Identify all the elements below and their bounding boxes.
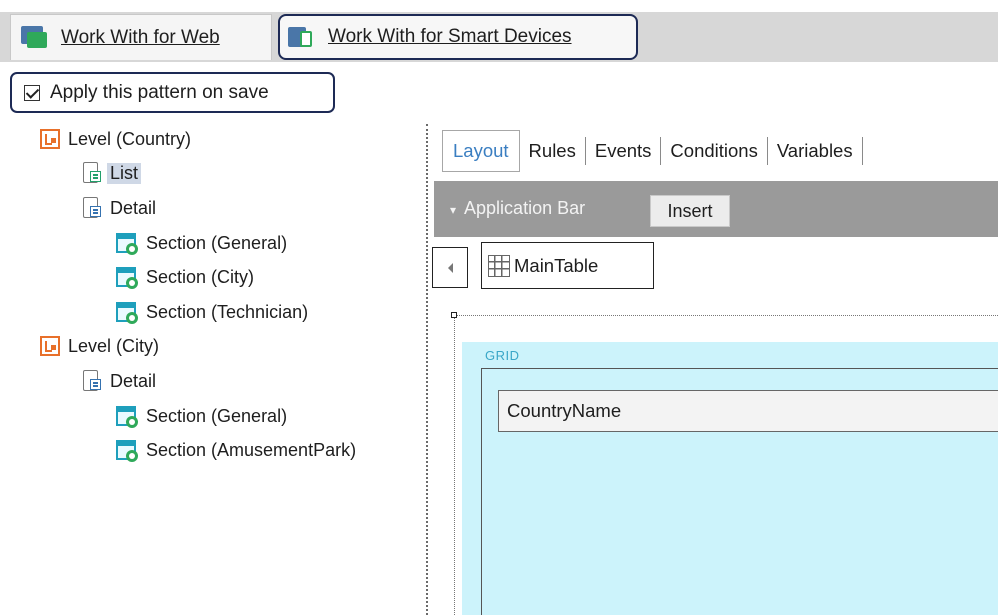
pane-splitter[interactable] — [426, 124, 428, 615]
tab-work-with-smart-devices[interactable]: Work With for Smart Devices — [278, 14, 638, 60]
selection-outline-left — [454, 318, 455, 615]
tree-item-label: Section (General) — [146, 232, 288, 253]
apply-pattern-label: Apply this pattern on save — [50, 81, 269, 103]
tree-item-label: Section (AmusementPark) — [146, 439, 357, 460]
application-bar-title[interactable]: ▾ Application Bar — [450, 198, 585, 219]
tab-label: Work With for Web — [61, 26, 220, 48]
table-icon — [488, 254, 510, 277]
tab-variables[interactable]: Variables — [768, 137, 863, 165]
tree-item-label: Section (City) — [146, 266, 255, 287]
section-icon — [116, 439, 138, 462]
application-bar-label: Application Bar — [464, 198, 586, 218]
list-device-icon — [82, 161, 102, 185]
smart-devices-pattern-icon — [288, 25, 316, 49]
tree-item-label: Level (Country) — [68, 128, 192, 149]
tree-item-level-country[interactable]: Level (Country) — [40, 124, 191, 154]
tree-item-level-city[interactable]: Level (City) — [40, 331, 159, 361]
tree-item-detail[interactable]: Detail — [82, 193, 156, 223]
editor-tab-bar: Layout Rules Events Conditions Variables — [442, 128, 863, 174]
tab-label: Work With for Smart Devices — [328, 26, 572, 47]
collapse-chevron-icon: ▾ — [450, 203, 457, 217]
tab-rules[interactable]: Rules — [520, 137, 586, 165]
tree-item-section-city[interactable]: Section (City) — [116, 262, 254, 292]
grid-label: GRID — [485, 348, 520, 363]
tree-item-label: Level (City) — [68, 335, 160, 356]
tab-layout[interactable]: Layout — [442, 130, 520, 172]
detail-device-icon — [82, 196, 102, 220]
main-table-control[interactable]: MainTable — [481, 242, 654, 289]
tab-events[interactable]: Events — [586, 137, 662, 165]
tab-conditions[interactable]: Conditions — [661, 137, 768, 165]
main-table-label: MainTable — [514, 254, 599, 276]
collapse-panel-button[interactable] — [432, 247, 468, 288]
tree-item-label: Detail — [110, 370, 157, 391]
detail-device-icon — [82, 369, 102, 393]
section-icon — [116, 266, 138, 289]
section-icon — [116, 232, 138, 255]
tree-item-section-amusementpark[interactable]: Section (AmusementPark) — [116, 435, 356, 465]
selection-outline-top — [454, 315, 998, 316]
tree-item-label: List — [107, 162, 142, 184]
section-icon — [116, 301, 138, 324]
checkbox-checked-icon[interactable] — [24, 84, 40, 101]
tree-item-detail[interactable]: Detail — [82, 366, 156, 396]
tree-item-section-general[interactable]: Section (General) — [116, 401, 287, 431]
apply-pattern-checkbox[interactable]: Apply this pattern on save — [10, 72, 335, 113]
section-icon — [116, 405, 138, 428]
level-icon — [40, 129, 60, 149]
web-pattern-icon — [21, 25, 49, 50]
level-icon — [40, 336, 60, 356]
insert-button[interactable]: Insert — [650, 195, 730, 227]
tree-item-label: Detail — [110, 197, 157, 218]
application-bar[interactable]: ▾ Application Bar Insert — [434, 181, 998, 237]
tree-item-section-technician[interactable]: Section (Technician) — [116, 297, 308, 327]
tab-work-with-web[interactable]: Work With for Web — [10, 14, 272, 60]
tree-item-label: Section (Technician) — [146, 301, 309, 322]
tree-item-label: Section (General) — [146, 405, 288, 426]
tree-item-list[interactable]: List — [82, 158, 142, 188]
chevron-left-icon — [447, 262, 453, 273]
resize-handle[interactable] — [451, 312, 457, 318]
country-name-field[interactable]: CountryName — [498, 390, 998, 432]
tree-item-section-general[interactable]: Section (General) — [116, 228, 287, 258]
